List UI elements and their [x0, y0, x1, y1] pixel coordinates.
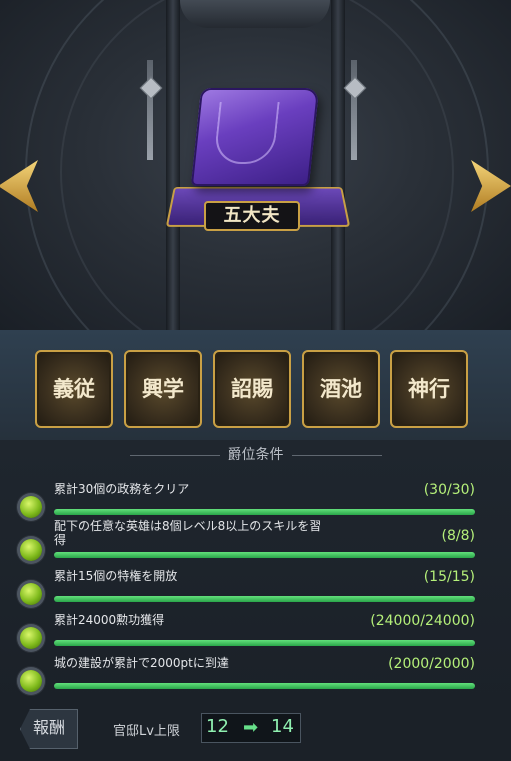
progress-bar: [54, 596, 475, 602]
complete-check-icon: [20, 670, 42, 692]
condition-count: (2000/2000): [388, 656, 475, 672]
action-button-shuchi[interactable]: 酒池: [302, 350, 380, 428]
action-button-label: 神行: [408, 377, 450, 401]
condition-row: 累計15個の特権を開放 (15/15): [0, 565, 511, 609]
complete-check-icon: [20, 496, 42, 518]
progress-fill: [54, 640, 475, 646]
progress-bar: [54, 683, 475, 689]
action-button-shoushi[interactable]: 詔賜: [213, 350, 291, 428]
progress-fill: [54, 596, 475, 602]
action-button-label: 酒池: [320, 377, 362, 401]
progress-bar: [54, 552, 475, 558]
condition-text: 累計15個の特権を開放: [54, 569, 178, 583]
condition-count: (8/8): [441, 528, 475, 544]
right-pillar: [331, 0, 345, 330]
action-button-label: 詔賜: [231, 377, 273, 401]
progress-bar: [54, 640, 475, 646]
condition-row: 城の建設が累計で2000ptに到達 (2000/2000): [0, 652, 511, 696]
reward-label: 官邸Lv上限: [113, 724, 180, 739]
condition-text: 城の建設が累計で2000ptに到達: [54, 656, 229, 670]
progress-fill: [54, 509, 475, 515]
condition-row: 累計30個の政務をクリア (30/30): [0, 478, 511, 522]
condition-count: (15/15): [423, 569, 475, 585]
rank-showcase: 五大夫: [0, 0, 511, 330]
left-pillar: [166, 0, 180, 330]
level-to: 14: [271, 716, 294, 737]
condition-count: (30/30): [423, 482, 475, 498]
conditions-title: 爵位条件: [227, 447, 284, 463]
action-button-shinkou[interactable]: 神行: [390, 350, 468, 428]
complete-check-icon: [20, 627, 42, 649]
rank-name: 五大夫: [204, 201, 300, 231]
progress-fill: [54, 683, 475, 689]
action-button-gijuu[interactable]: 義従: [35, 350, 113, 428]
action-button-label: 義従: [53, 377, 95, 401]
right-tassel: [351, 60, 357, 160]
right-arrow-icon: ➡: [243, 717, 259, 738]
condition-row: 配下の任意な英雄は8個レベル8以上のスキルを習得 (8/8): [0, 519, 511, 565]
condition-count: (24000/24000): [370, 613, 475, 629]
official-hat-icon: [190, 88, 320, 186]
top-ornament: [180, 0, 330, 28]
condition-text: 累計24000勲功獲得: [54, 613, 165, 627]
complete-check-icon: [20, 539, 42, 561]
left-tassel: [147, 60, 153, 160]
progress-bar: [54, 509, 475, 515]
level-from: 12: [206, 716, 229, 737]
action-button-label: 興学: [142, 377, 184, 401]
condition-text: 配下の任意な英雄は8個レベル8以上のスキルを習得: [54, 519, 322, 547]
action-button-kougaku[interactable]: 興学: [124, 350, 202, 428]
reward-tab[interactable]: 報酬: [20, 709, 78, 749]
progress-fill: [54, 552, 475, 558]
condition-row: 累計24000勲功獲得 (24000/24000): [0, 609, 511, 653]
condition-text: 累計30個の政務をクリア: [54, 482, 190, 496]
complete-check-icon: [20, 583, 42, 605]
